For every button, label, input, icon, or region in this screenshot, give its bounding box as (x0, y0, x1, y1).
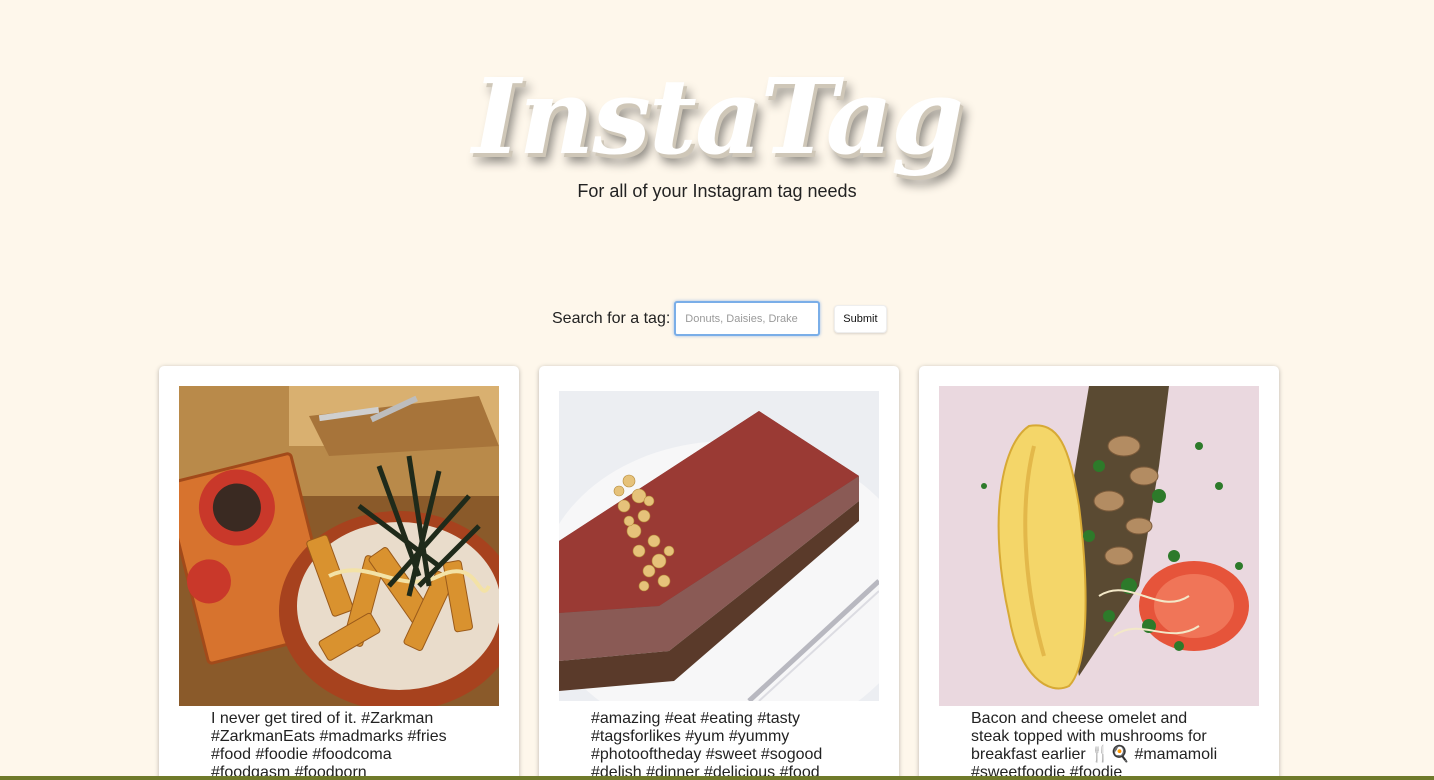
submit-button[interactable]: Submit (834, 304, 887, 333)
search-form: Search for a tag: Submit (552, 301, 887, 336)
post-image[interactable] (179, 386, 499, 706)
search-input[interactable] (674, 301, 821, 336)
post-card: #amazing #eat #eating #tasty #tagsforlik… (539, 366, 899, 780)
search-label: Search for a tag: (552, 309, 671, 327)
post-caption: #amazing #eat #eating #tasty #tagsforlik… (591, 710, 823, 780)
post-image[interactable] (559, 391, 879, 701)
post-card: I never get tired of it. #Zarkman #Zarkm… (159, 366, 519, 780)
post-caption: I never get tired of it. #Zarkman #Zarkm… (211, 710, 447, 780)
post-caption: Bacon and cheese omelet and steak topped… (971, 710, 1218, 780)
app-logo: InstaTag (472, 55, 964, 178)
post-card: Bacon and cheese omelet and steak topped… (919, 366, 1279, 780)
bottom-border (0, 776, 1434, 780)
post-image[interactable] (939, 386, 1259, 706)
tagline: For all of your Instagram tag needs (577, 181, 857, 201)
